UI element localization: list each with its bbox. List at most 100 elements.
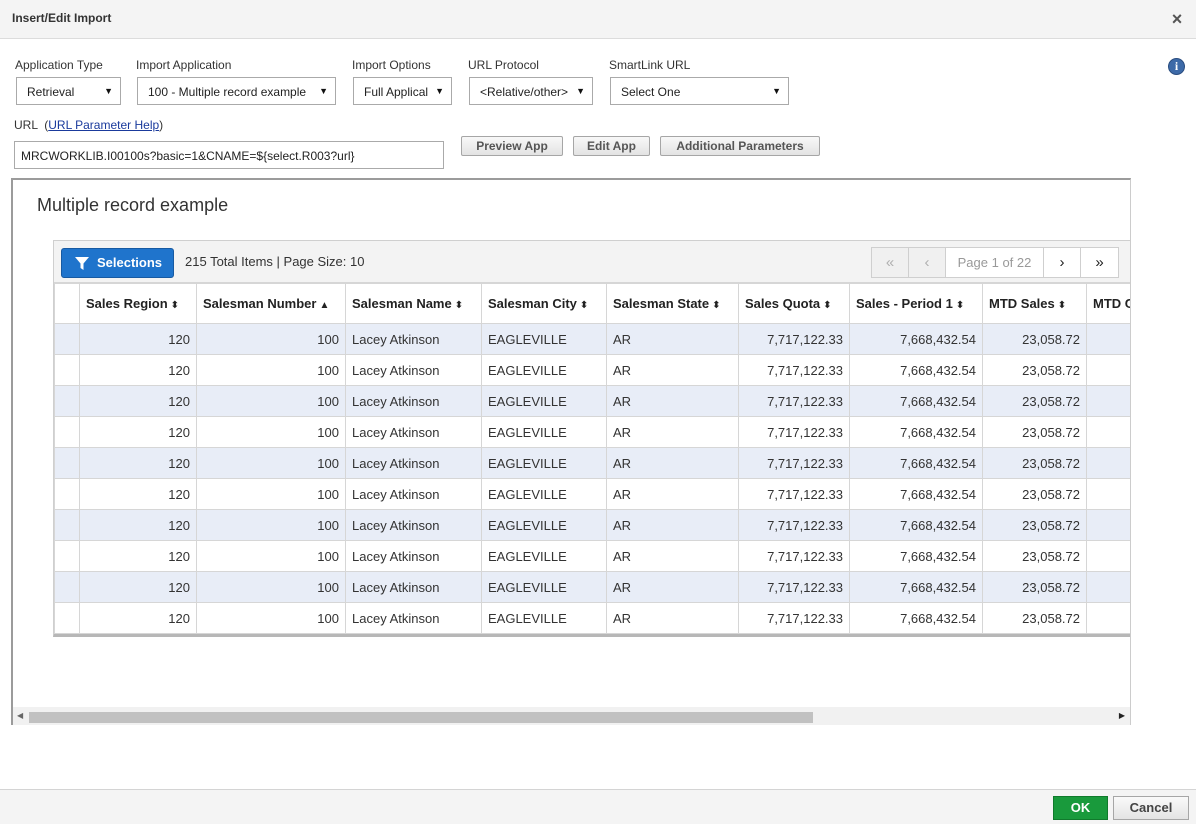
dropdown-arrow-icon: ▼ [576,86,585,96]
table-cell: 7,668,432.54 [849,416,983,448]
table-cell: 7,668,432.54 [849,571,983,603]
table-cell: 23,058.72 [982,447,1087,479]
table-cell: 120 [79,571,197,603]
scroll-right-icon[interactable]: ▶ [1119,711,1125,720]
table-cell [54,385,80,417]
table-cell: 100 [196,571,346,603]
dialog-footer: OK Cancel [0,789,1196,824]
table-row[interactable]: 120 100 Lacey Atkinson EAGLEVILLE AR 7,717,12… [54,354,1130,386]
table-cell: Lacey Atkinson [345,602,482,634]
url-input[interactable]: MRCWORKLIB.I00100s?basic=1&CNAME=${selec… [14,141,444,169]
sort-icon[interactable]: ⬍ [823,300,831,311]
column-header[interactable]: Sales Quota ⬍ [738,283,850,324]
smartlink-url-select[interactable]: Select One ▼ [610,77,789,105]
table-row[interactable]: 120 100 Lacey Atkinson EAGLEVILLE AR 7,717,12… [54,385,1130,417]
table-cell: 7,668,432.54 [849,540,983,572]
column-header [54,283,80,324]
ok-button[interactable]: OK [1053,796,1108,820]
table-cell: Lacey Atkinson [345,385,482,417]
table-row[interactable]: 120 100 Lacey Atkinson EAGLEVILLE AR 7,717,12… [54,540,1130,572]
table-cell: 7,668,432.54 [849,509,983,541]
table-row[interactable]: 120 100 Lacey Atkinson EAGLEVILLE AR 7,717,12… [54,416,1130,448]
prev-page-icon[interactable]: ‹ [909,248,946,277]
url-parameter-help-link[interactable]: URL Parameter Help [48,118,159,132]
table-cell: Lacey Atkinson [345,354,482,386]
url-protocol-select[interactable]: <Relative/other> ▼ [469,77,593,105]
url-label: URL [14,118,38,132]
column-header[interactable]: MTD Sales ⬍ [982,283,1087,324]
preview-title: Multiple record example [37,195,229,215]
table-cell: Lacey Atkinson [345,509,482,541]
table-cell: AR [606,385,739,417]
sort-icon[interactable]: ⬍ [712,300,720,311]
table-cell: 100 [196,540,346,572]
sort-icon[interactable]: ⬍ [1058,300,1066,311]
application-type-select[interactable]: Retrieval ▼ [16,77,121,105]
selections-button[interactable]: Selections [61,248,174,278]
table-cell: 100 [196,354,346,386]
table-row[interactable]: 120 100 Lacey Atkinson EAGLEVILLE AR 7,717,12… [54,447,1130,479]
column-header[interactable]: Salesman Name ⬍ [345,283,482,324]
table-cell [1086,540,1130,572]
cancel-button[interactable]: Cancel [1113,796,1189,820]
table-cell: AR [606,323,739,355]
table-cell: EAGLEVILLE [481,509,607,541]
column-header[interactable]: Sales Region ⬍ [79,283,197,324]
preview-app-button[interactable]: Preview App [461,136,563,156]
smartlink-url-value: Select One [621,85,681,99]
table-cell [1086,602,1130,634]
table-row[interactable]: 120 100 Lacey Atkinson EAGLEVILLE AR 7,717,12… [54,323,1130,355]
additional-parameters-button[interactable]: Additional Parameters [660,136,820,156]
last-page-icon[interactable]: » [1081,248,1118,277]
horizontal-scrollbar[interactable]: ◀ ▶ [13,707,1130,725]
dropdown-arrow-icon: ▼ [319,86,328,96]
sort-icon[interactable]: ⬍ [455,300,463,311]
table-cell [54,416,80,448]
table-row[interactable]: 120 100 Lacey Atkinson EAGLEVILLE AR 7,717,12… [54,478,1130,510]
info-icon[interactable]: i [1168,58,1185,75]
scroll-left-icon[interactable]: ◀ [17,711,23,720]
sort-icon[interactable]: ⬍ [580,300,588,311]
selections-label: Selections [97,255,163,270]
import-application-select[interactable]: 100 - Multiple record example ▼ [137,77,336,105]
sort-icon[interactable]: ⬍ [171,300,179,311]
total-items-text: 215 Total Items | Page Size: 10 [185,254,365,269]
table-cell [1086,509,1130,541]
table-cell: 23,058.72 [982,416,1087,448]
sort-icon[interactable]: ▲ [319,300,329,311]
application-type-value: Retrieval [27,85,75,99]
table-cell: 7,717,122.33 [738,354,850,386]
dialog-titlebar: Insert/Edit Import × [0,0,1196,39]
table-cell: 7,717,122.33 [738,385,850,417]
column-header[interactable]: Sales - Period 1 ⬍ [849,283,983,324]
table-cell: 120 [79,323,197,355]
table-cell: AR [606,540,739,572]
column-header[interactable]: Salesman Number ▲ [196,283,346,324]
table-cell: AR [606,478,739,510]
table-cell: AR [606,416,739,448]
table-cell [1086,478,1130,510]
table-cell: EAGLEVILLE [481,478,607,510]
table-cell: Lacey Atkinson [345,416,482,448]
first-page-icon[interactable]: « [872,248,909,277]
sort-icon[interactable]: ⬍ [956,300,964,311]
column-header[interactable]: Salesman State ⬍ [606,283,739,324]
table-cell: 100 [196,385,346,417]
table-cell: 7,717,122.33 [738,509,850,541]
import-options-select[interactable]: Full Applical ▼ [353,77,452,105]
table-cell: 120 [79,602,197,634]
table-cell [54,540,80,572]
scrollbar-thumb[interactable] [29,712,813,723]
next-page-icon[interactable]: › [1044,248,1081,277]
table-cell [1086,447,1130,479]
table-cell: 23,058.72 [982,478,1087,510]
close-icon[interactable]: × [1169,10,1185,28]
table-row[interactable]: 120 100 Lacey Atkinson EAGLEVILLE AR 7,717,12… [54,509,1130,541]
column-header[interactable]: Salesman City ⬍ [481,283,607,324]
table-row[interactable]: 120 100 Lacey Atkinson EAGLEVILLE AR 7,717,12… [54,602,1130,634]
table-row[interactable]: 120 100 Lacey Atkinson EAGLEVILLE AR 7,717,12… [54,571,1130,603]
column-header[interactable]: MTD C [1086,283,1130,324]
edit-app-button[interactable]: Edit App [573,136,650,156]
table-cell: 7,668,432.54 [849,602,983,634]
page-info: Page 1 of 22 [946,248,1044,277]
